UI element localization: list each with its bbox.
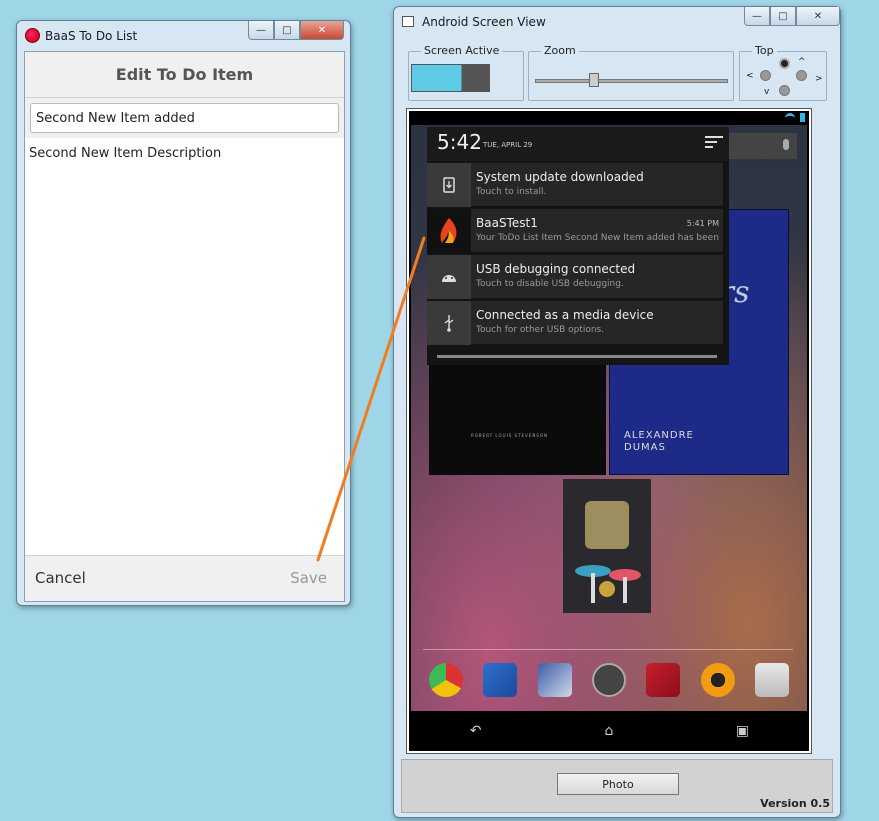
annotation-line: [316, 236, 426, 562]
annotation-overlay: [316, 236, 426, 562]
